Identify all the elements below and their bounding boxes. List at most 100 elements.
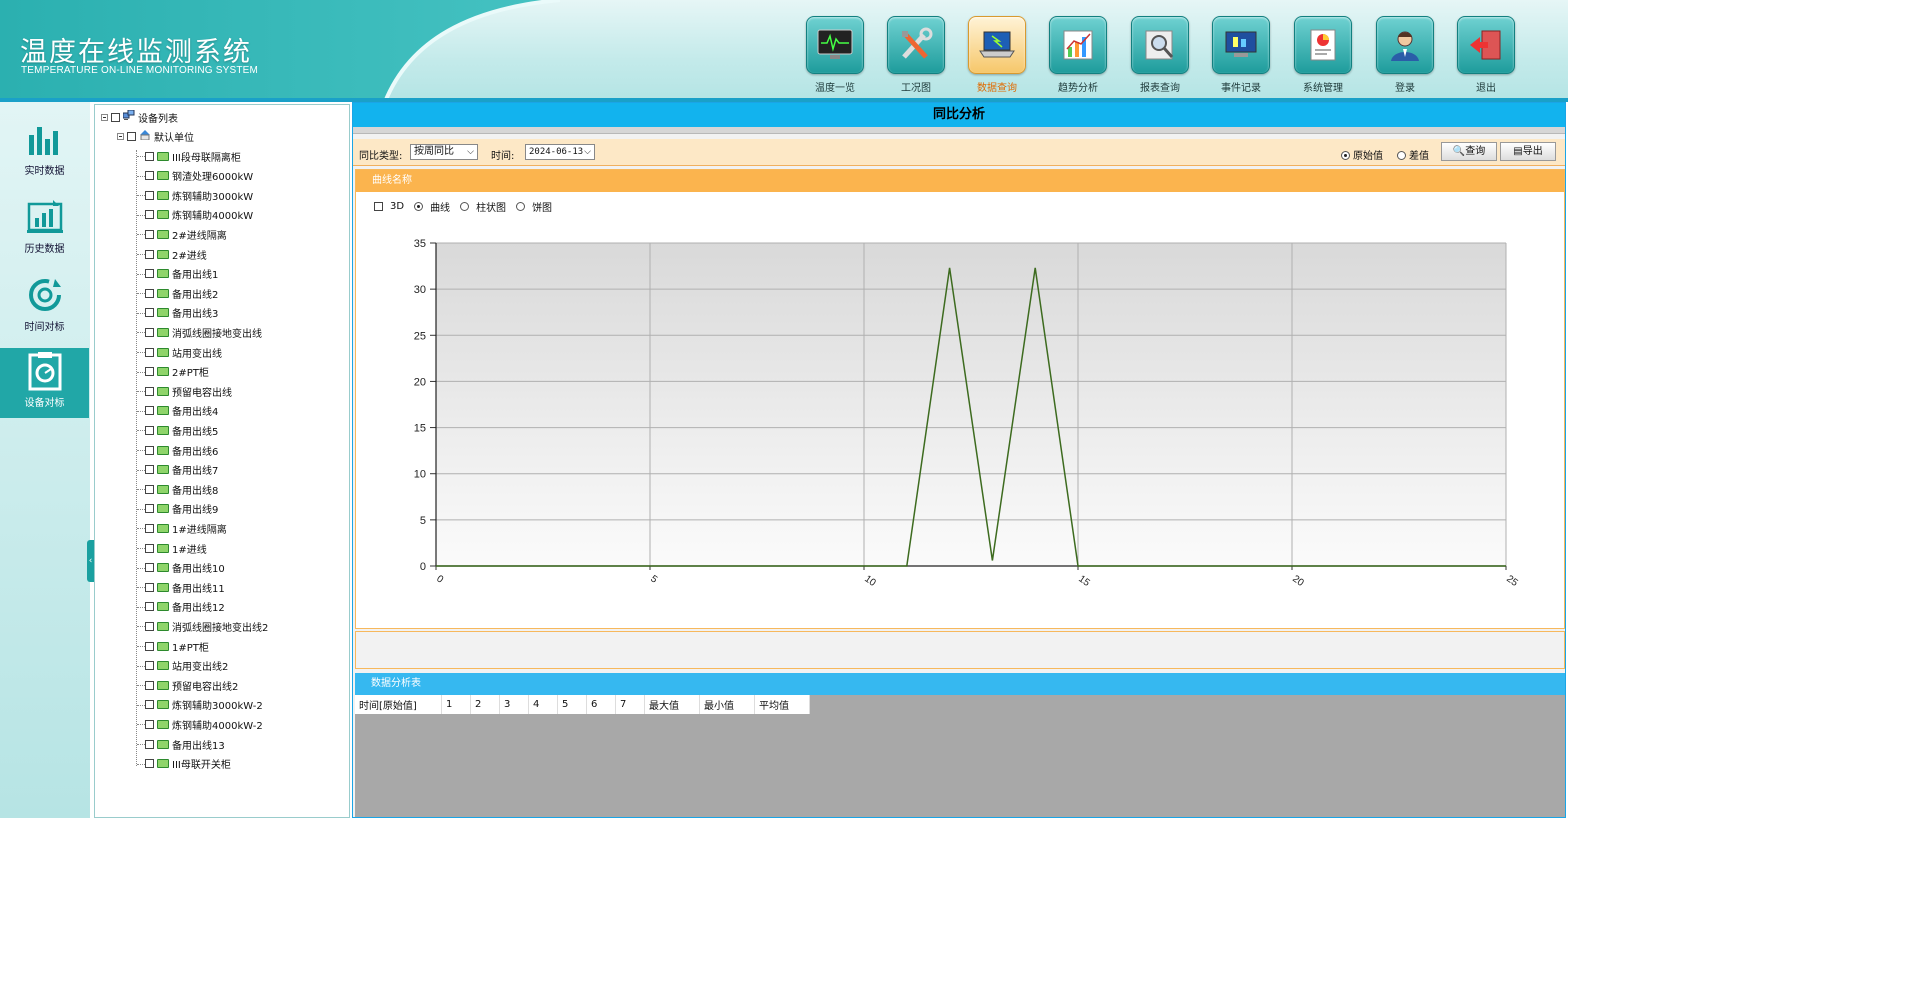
tree-item[interactable]: 备用出线13 [145,736,225,752]
tree-item[interactable]: 备用出线12 [145,599,225,615]
tree-item[interactable]: 2#PT柜 [145,364,209,380]
sidebar-item-history-data[interactable]: 历史数据 [0,194,89,264]
tree-item[interactable]: 1#进线 [145,540,207,556]
tree-item[interactable]: 备用出线4 [145,403,218,419]
radio-button[interactable] [1397,151,1406,160]
nav-login[interactable]: 登录 [1375,16,1435,94]
tree-checkbox[interactable] [145,739,154,749]
tree-checkbox[interactable] [145,661,154,671]
tree-item[interactable]: 站用变出线2 [145,658,228,674]
tree-checkbox[interactable] [145,425,154,435]
tree-item[interactable]: 1#进线隔离 [145,520,227,536]
query-button[interactable]: 🔍查询 [1441,142,1497,161]
tree-checkbox[interactable] [145,523,154,533]
tree-item[interactable]: III段母联隔离柜 [145,148,241,164]
tree-checkbox[interactable] [127,131,136,141]
nav-event-log[interactable]: 事件记录 [1211,16,1271,94]
compare-type-select[interactable]: 按周同比 ⌵ [410,144,478,160]
tree-checkbox[interactable] [111,112,120,122]
tree-checkbox[interactable] [145,504,154,514]
tree-item[interactable]: 1#PT柜 [145,638,209,654]
device-icon [157,171,169,181]
tree-item[interactable]: 备用出线11 [145,579,225,595]
nav-working-diagram[interactable]: 工况图 [886,16,946,94]
tree-checkbox[interactable] [145,700,154,710]
app-subtitle: TEMPERATURE ON-LINE MONITORING SYSTEM [21,65,259,76]
date-picker[interactable]: 2024-06-13 ⌵ [525,144,595,160]
tree-item[interactable]: 2#进线 [145,246,207,262]
tree-item[interactable]: 炼钢辅助4000kW [145,207,253,223]
tree-item[interactable]: 炼钢辅助4000kW-2 [145,716,263,732]
tree-checkbox[interactable] [145,680,154,690]
tree-checkbox[interactable] [145,171,154,181]
tree-checkbox[interactable] [145,445,154,455]
nav-system-management[interactable]: 系统管理 [1293,16,1353,94]
tree-item-label: 2#进线隔离 [172,230,227,242]
tree-checkbox[interactable] [145,602,154,612]
tree-item[interactable]: 备用出线2 [145,285,218,301]
nav-report-query[interactable]: 报表查询 [1130,16,1190,94]
nav-temperature-overview[interactable]: 温度一览 [805,16,865,94]
export-button[interactable]: ▤导出 [1500,142,1556,161]
tree-item[interactable]: 备用出线5 [145,422,218,438]
tree-collapse-icon[interactable] [117,132,124,140]
nav-data-query[interactable]: 数据查询 [967,16,1027,94]
tree-item[interactable]: 备用出线3 [145,305,218,321]
tree-item[interactable]: 预留电容出线 [145,383,232,399]
tree-item[interactable]: 站用变出线 [145,344,222,360]
tree-checkbox[interactable] [145,484,154,494]
tree-checkbox[interactable] [145,386,154,396]
tree-checkbox[interactable] [145,288,154,298]
tree-item[interactable]: III母联开关柜 [145,756,231,772]
tree-item[interactable]: 消弧线圈接地变出线2 [145,618,268,634]
tree-checkbox[interactable] [145,367,154,377]
sidebar-item-realtime-data[interactable]: 实时数据 [0,116,89,186]
sidebar-item-time-benchmark[interactable]: 时间对标 [0,272,89,342]
tree-item[interactable]: 备用出线8 [145,481,218,497]
tree-checkbox[interactable] [145,406,154,416]
radio-button-selected[interactable] [1341,151,1350,160]
tree-checkbox[interactable] [145,582,154,592]
tree-item[interactable]: 钢渣处理6000kW [145,168,253,184]
tree-checkbox[interactable] [145,308,154,318]
tree-checkbox[interactable] [145,269,154,279]
tree-node-default-unit[interactable]: 默认单位 [117,128,194,144]
tree-collapse-icon[interactable] [101,113,108,121]
tree-item[interactable]: 备用出线1 [145,266,218,282]
tree-checkbox[interactable] [145,347,154,357]
sidebar-item-device-benchmark[interactable]: 设备对标 [0,348,89,418]
tree-item[interactable]: 备用出线10 [145,560,225,576]
monitor-waveform-icon [806,16,864,74]
nav-trend-analysis[interactable]: 趋势分析 [1048,16,1108,94]
tree-checkbox[interactable] [145,641,154,651]
tree-item[interactable]: 备用出线7 [145,462,218,478]
tree-item[interactable]: 预留电容出线2 [145,677,238,693]
tree-checkbox[interactable] [145,621,154,631]
sidebar-collapse-toggle[interactable]: ‹ [87,540,94,582]
tree-item[interactable]: 备用出线9 [145,501,218,517]
y-tick-label: 0 [420,561,426,573]
tree-checkbox[interactable] [145,759,154,769]
nav-exit[interactable]: 退出 [1456,16,1516,94]
tree-item[interactable]: 炼钢辅助3000kW-2 [145,697,263,713]
radio-raw-value[interactable]: 原始值 [1341,147,1383,162]
tree-checkbox[interactable] [145,543,154,553]
tree-item[interactable]: 2#进线隔离 [145,226,227,242]
tree-root-device-list[interactable]: 设备列表 [101,109,178,125]
tree-checkbox[interactable] [145,563,154,573]
tree-checkbox[interactable] [145,327,154,337]
tree-item[interactable]: 备用出线6 [145,442,218,458]
tree-checkbox[interactable] [145,190,154,200]
tree-checkbox[interactable] [145,210,154,220]
tree-item-label: 备用出线6 [172,446,219,458]
tree-checkbox[interactable] [145,465,154,475]
tree-checkbox[interactable] [145,229,154,239]
tree-checkbox[interactable] [145,249,154,259]
tree-checkbox[interactable] [145,151,154,161]
tree-item[interactable]: 消弧线圈接地变出线 [145,324,262,340]
device-icon [157,661,169,671]
nav-label: 系统管理 [1303,83,1343,94]
tree-checkbox[interactable] [145,719,154,729]
tree-item[interactable]: 炼钢辅助3000kW [145,187,253,203]
radio-diff-value[interactable]: 差值 [1397,147,1429,162]
